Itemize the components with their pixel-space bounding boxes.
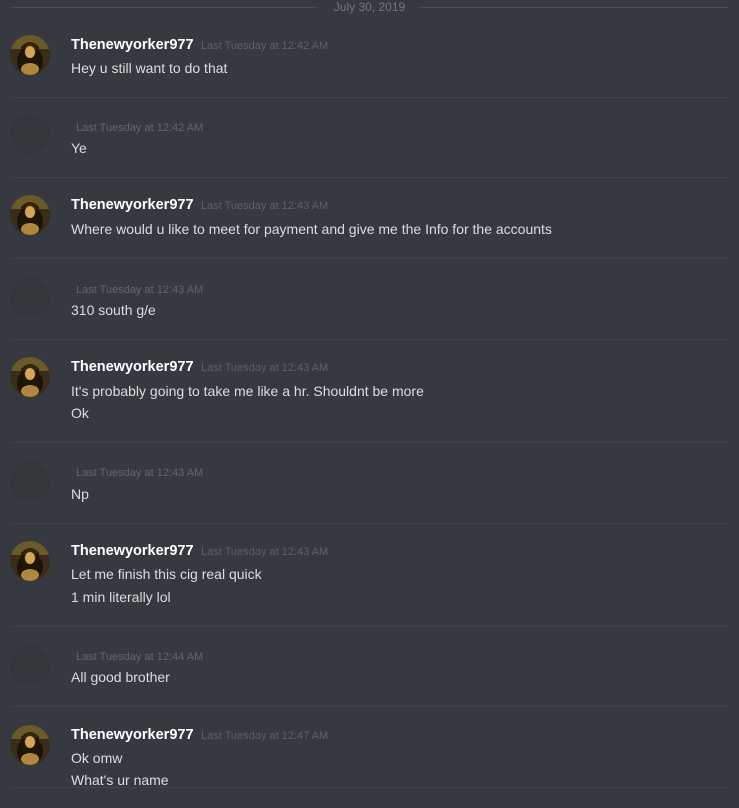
message-group[interactable]: Last Tuesday at 12:43 AM 310 south g/e <box>0 259 739 340</box>
avatar-image <box>10 725 50 765</box>
message-group[interactable]: Thenewyorker977 Last Tuesday at 12:43 AM… <box>0 524 739 627</box>
avatar-image <box>10 35 50 75</box>
message-header: Last Tuesday at 12:42 AM <box>76 118 203 137</box>
avatar[interactable] <box>10 461 50 501</box>
avatar[interactable] <box>10 114 50 154</box>
date-label: July 30, 2019 <box>333 0 406 14</box>
message-text: Ok omw <box>71 750 123 766</box>
message-text: 310 south g/e <box>71 302 156 318</box>
message-header: Thenewyorker977 Last Tuesday at 12:43 AM <box>71 196 328 215</box>
username[interactable]: Thenewyorker977 <box>71 543 194 559</box>
avatar[interactable] <box>10 725 50 765</box>
avatar-image <box>10 357 50 397</box>
message-group[interactable]: Last Tuesday at 12:42 AM Ye <box>0 98 739 178</box>
message-header: Last Tuesday at 12:43 AM <box>76 463 203 482</box>
avatar[interactable] <box>10 357 50 397</box>
message-text: 1 min literally lol <box>71 589 171 605</box>
message-group[interactable]: Thenewyorker977 Last Tuesday at 12:43 AM… <box>0 340 739 443</box>
message-group[interactable]: Thenewyorker977 Last Tuesday at 12:42 AM… <box>0 20 739 98</box>
message-text: Ye <box>71 140 87 156</box>
avatar-image <box>10 195 50 235</box>
message-group[interactable]: Last Tuesday at 12:43 AM Np <box>0 443 739 524</box>
message-group[interactable]: Thenewyorker977 Last Tuesday at 12:47 AM… <box>0 707 739 808</box>
avatar[interactable] <box>10 541 50 581</box>
avatar-image <box>10 541 50 581</box>
username[interactable]: Thenewyorker977 <box>71 727 194 743</box>
username[interactable]: Thenewyorker977 <box>71 359 194 375</box>
message-group[interactable]: Last Tuesday at 12:44 AM All good brothe… <box>0 627 739 707</box>
message-text: All good brother <box>71 669 170 685</box>
message-header: Last Tuesday at 12:43 AM <box>76 280 203 299</box>
message-text: Let me finish this cig real quick <box>71 566 262 582</box>
message-text: Hey u still want to do that <box>71 60 228 76</box>
message-divider <box>10 787 728 788</box>
message-group[interactable]: Thenewyorker977 Last Tuesday at 12:43 AM… <box>0 178 739 259</box>
message-header: Thenewyorker977 Last Tuesday at 12:47 AM <box>71 726 328 745</box>
username[interactable]: Thenewyorker977 <box>71 197 194 213</box>
avatar[interactable] <box>10 277 50 317</box>
timestamp: Last Tuesday at 12:47 AM <box>200 730 329 742</box>
message-text: Where would u like to meet for payment a… <box>71 221 552 237</box>
message-header: Last Tuesday at 12:44 AM <box>76 647 203 666</box>
timestamp: Last Tuesday at 12:42 AM <box>76 122 204 134</box>
message-header: Thenewyorker977 Last Tuesday at 12:43 AM <box>71 542 328 561</box>
timestamp: Last Tuesday at 12:44 AM <box>76 651 204 663</box>
chat-messages[interactable]: July 30, 2019 Thenewyorker977 Last Tuesd… <box>0 0 739 808</box>
message-text: Ok <box>71 405 89 421</box>
username[interactable]: Thenewyorker977 <box>71 37 194 53</box>
timestamp: Last Tuesday at 12:42 AM <box>200 40 329 52</box>
message-header: Thenewyorker977 Last Tuesday at 12:43 AM <box>71 358 328 377</box>
message-text: It's probably going to take me like a hr… <box>71 383 424 399</box>
message-text: Np <box>71 486 89 502</box>
message-header: Thenewyorker977 Last Tuesday at 12:42 AM <box>71 36 328 55</box>
date-divider: July 30, 2019 <box>0 0 739 14</box>
timestamp: Last Tuesday at 12:43 AM <box>76 467 204 479</box>
timestamp: Last Tuesday at 12:43 AM <box>200 362 329 374</box>
timestamp: Last Tuesday at 12:43 AM <box>200 546 329 558</box>
avatar[interactable] <box>10 645 50 685</box>
timestamp: Last Tuesday at 12:43 AM <box>76 284 204 296</box>
avatar[interactable] <box>10 195 50 235</box>
avatar[interactable] <box>10 35 50 75</box>
timestamp: Last Tuesday at 12:43 AM <box>200 200 329 212</box>
